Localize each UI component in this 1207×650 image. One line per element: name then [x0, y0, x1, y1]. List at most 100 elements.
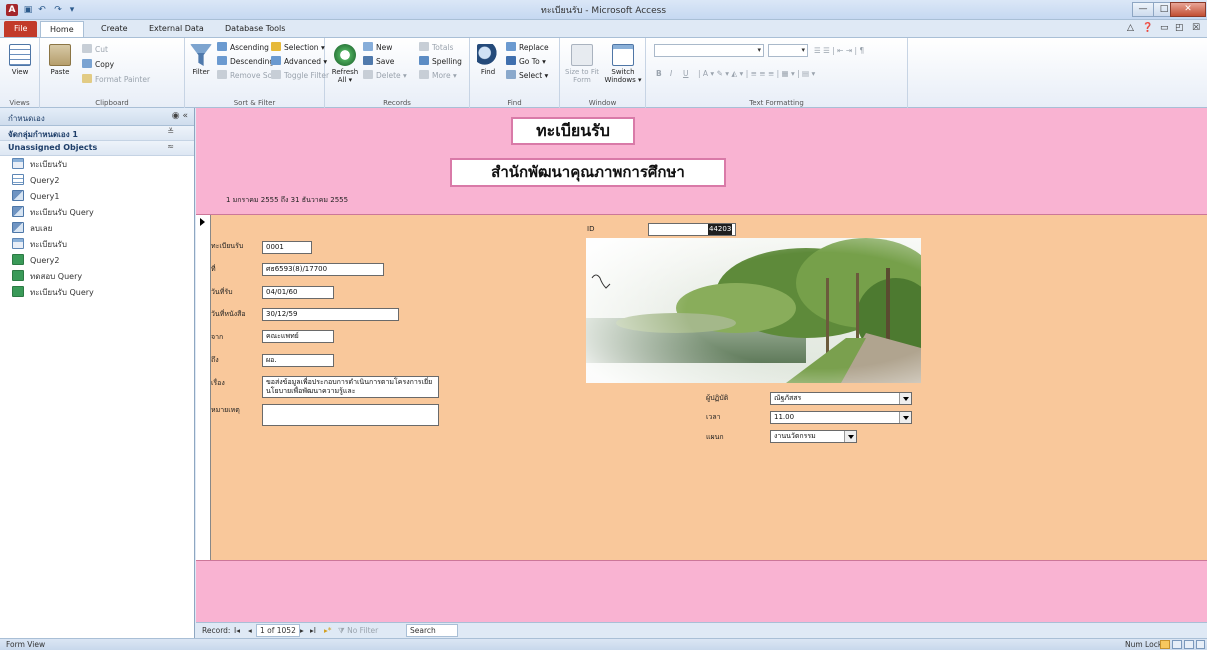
font-size-select[interactable]: ▾	[768, 44, 808, 57]
bullets-icon[interactable]: ☰ ☰ | ⇤ ⇥ | ¶	[814, 45, 864, 57]
font-color-icon[interactable]: | A ▾ ✎ ▾ ◭ ▾ | ≡ ≡ ≡ | ▦ ▾ | ▤ ▾	[698, 68, 815, 80]
nav-item[interactable]: Query1	[0, 188, 194, 204]
nav-pane-header[interactable]: กำหนดเอง ◉ «	[0, 108, 194, 126]
format-painter-button[interactable]: Format Painter	[82, 74, 150, 86]
selection-label: Selection ▾	[284, 43, 325, 52]
tab-external-data[interactable]: External Data	[140, 21, 213, 37]
advanced-button[interactable]: Advanced ▾	[271, 56, 327, 68]
copy-button[interactable]: Copy	[82, 59, 114, 71]
goto-button[interactable]: Go To ▾	[506, 56, 546, 68]
save-record-button[interactable]: Save	[363, 56, 394, 68]
previous-record-button[interactable]: ◂	[248, 624, 252, 638]
filter-button[interactable]: Filter	[185, 44, 217, 76]
tab-home[interactable]: Home	[40, 21, 84, 37]
first-record-button[interactable]: I◂	[234, 624, 240, 638]
nav-group-unassigned[interactable]: Unassigned Objects ≈	[0, 141, 194, 156]
view-icon	[9, 44, 31, 66]
toggle-filter-button[interactable]: Toggle Filter	[271, 70, 329, 82]
italic-button[interactable]: I	[670, 68, 672, 80]
chevron-down-icon[interactable]	[899, 393, 911, 404]
nav-item[interactable]: ทดสอบ Query	[0, 268, 194, 284]
no-filter-button[interactable]: ⧩ No Filter	[338, 624, 378, 638]
nav-item[interactable]: Query2	[0, 252, 194, 268]
bold-button[interactable]: B	[656, 68, 662, 80]
next-record-button[interactable]: ▸	[300, 624, 304, 638]
remove-sort-button[interactable]: Remove Sort	[217, 70, 278, 82]
nav-item[interactable]: ลบเลย	[0, 220, 194, 236]
more-button[interactable]: More ▾	[419, 70, 457, 82]
size-to-fit-label: Size to Fit Form	[564, 68, 600, 84]
to-field[interactable]: ผอ.	[262, 354, 334, 367]
remark-field[interactable]	[262, 404, 439, 426]
datasheet-view-icon[interactable]	[1172, 640, 1182, 649]
close-button[interactable]: ✕	[1170, 2, 1206, 17]
new-record-button[interactable]: New	[363, 42, 392, 54]
expand-icon[interactable]: ≚	[167, 127, 174, 136]
tree-path-photo	[586, 238, 921, 383]
record-selector[interactable]	[196, 215, 211, 560]
chevron-down-icon[interactable]	[899, 412, 911, 423]
form-view-icon[interactable]	[1160, 640, 1170, 649]
refresh-all-button[interactable]: Refresh All ▾	[329, 44, 361, 84]
id-field[interactable]: 44203	[648, 223, 736, 236]
nav-item[interactable]: Query2	[0, 172, 194, 188]
layout-view-icon[interactable]	[1184, 640, 1194, 649]
selection-button[interactable]: Selection ▾	[271, 42, 325, 54]
doc-date-field[interactable]: 30/12/59	[262, 308, 399, 321]
new-record-nav-button[interactable]: ▸*	[324, 624, 332, 638]
received-date-field[interactable]: 04/01/60	[262, 286, 334, 299]
underline-button[interactable]: U	[683, 68, 689, 80]
nav-item[interactable]: ทะเบียนรับ Query	[0, 284, 194, 300]
collapse-icon[interactable]: ≈	[167, 142, 174, 151]
nav-group-custom[interactable]: จัดกลุ่มกำหนดเอง 1 ≚	[0, 126, 194, 141]
shutter-bar-icon[interactable]: ◉ «	[172, 111, 188, 121]
size-to-fit-button[interactable]: Size to Fit Form	[562, 44, 602, 84]
doc-close-icon[interactable]: ☒	[1192, 23, 1200, 33]
paste-button[interactable]: Paste	[44, 44, 76, 76]
last-record-button[interactable]: ▸I	[310, 624, 316, 638]
search-input[interactable]: Search	[406, 624, 458, 637]
doc-minimize-icon[interactable]: ▭	[1160, 23, 1169, 33]
record-counter[interactable]: 1 of 1052	[256, 624, 300, 637]
replace-button[interactable]: Replace	[506, 42, 549, 54]
minimize-button[interactable]: —	[1132, 2, 1154, 17]
nav-item[interactable]: ทะเบียนรับ Query	[0, 204, 194, 220]
doc-no-field[interactable]: ศธ6593(8)/17700	[262, 263, 384, 276]
tab-create[interactable]: Create	[92, 21, 137, 37]
cut-button[interactable]: Cut	[82, 44, 108, 56]
id-label: ID	[587, 225, 595, 233]
delete-record-button[interactable]: Delete ▾	[363, 70, 407, 82]
department-combo[interactable]: งานนวัตกรรม	[770, 430, 857, 443]
font-name-select[interactable]: ▾	[654, 44, 764, 57]
form-footer	[196, 560, 1207, 622]
find-button[interactable]: Find	[472, 44, 504, 76]
chevron-down-icon[interactable]	[844, 431, 856, 442]
nav-item[interactable]: ทะเบียนรับ	[0, 156, 194, 172]
form-area: ทะเบียนรับ สำนักพัฒนาคุณภาพการศึกษา 1 มก…	[196, 108, 1207, 622]
doc-restore-icon[interactable]: ◰	[1175, 23, 1184, 33]
subject-field[interactable]: ขอส่งข้อมูลเพื่อประกอบการดำเนินการตามโคร…	[262, 376, 439, 398]
tab-database-tools[interactable]: Database Tools	[216, 21, 294, 37]
ascending-button[interactable]: Ascending	[217, 42, 269, 54]
nav-item-label: ทะเบียนรับ	[30, 160, 67, 169]
ribbon-minimize-icon[interactable]: △	[1127, 23, 1134, 33]
time-combo[interactable]: 11.00	[770, 411, 912, 424]
view-button[interactable]: View	[4, 44, 36, 76]
select-label: Select ▾	[519, 71, 549, 80]
help-icon[interactable]: ❓	[1142, 23, 1153, 33]
nav-item[interactable]: ทะเบียนรับ	[0, 236, 194, 252]
operator-combo[interactable]: ณัฐภัสสร	[770, 392, 912, 405]
reg-no-field[interactable]: 0001	[262, 241, 312, 254]
totals-button[interactable]: Totals	[419, 42, 453, 54]
from-field[interactable]: คณะแพทย์	[262, 330, 334, 343]
spelling-button[interactable]: Spelling	[419, 56, 462, 68]
tab-file[interactable]: File	[4, 21, 38, 37]
scissors-icon	[82, 44, 92, 53]
switch-windows-button[interactable]: Switch Windows ▾	[602, 44, 644, 84]
nav-item-label: Query2	[30, 176, 60, 185]
select-button[interactable]: Select ▾	[506, 70, 548, 82]
form-header: ทะเบียนรับ สำนักพัฒนาคุณภาพการศึกษา 1 มก…	[196, 108, 1207, 215]
view-label: View	[11, 68, 29, 76]
descending-button[interactable]: Descending	[217, 56, 274, 68]
design-view-icon[interactable]	[1196, 640, 1205, 649]
